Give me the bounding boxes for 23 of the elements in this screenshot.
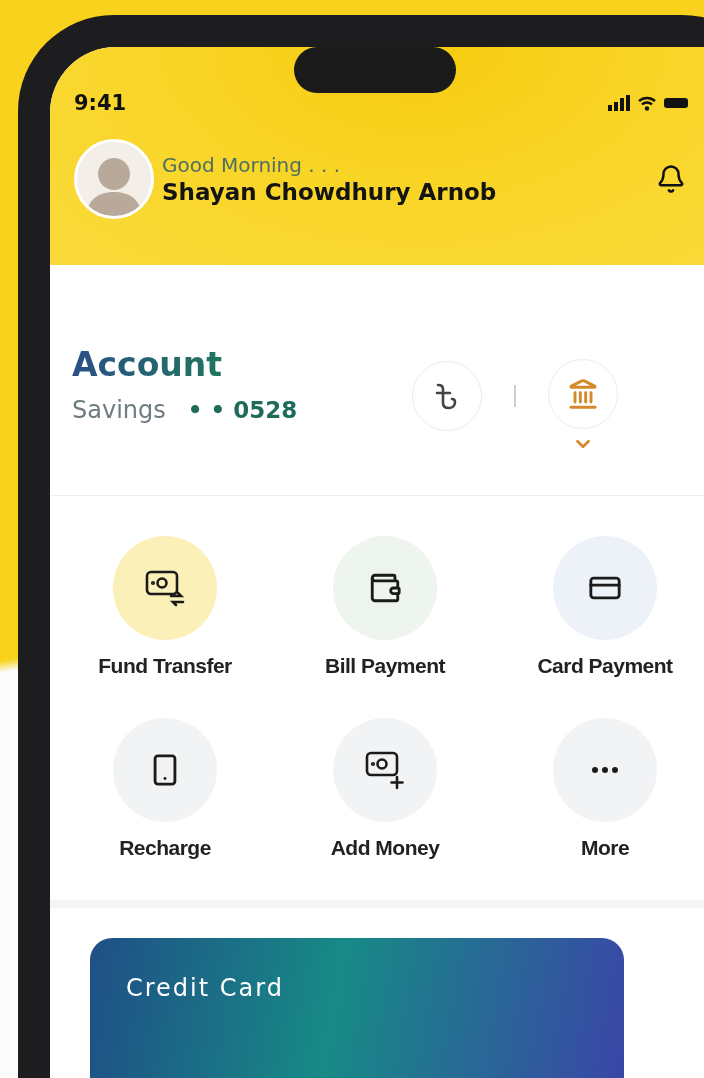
greeting-text: Good Morning . . . <box>162 153 342 177</box>
credit-card[interactable]: Credit Card <box>90 938 624 1078</box>
quick-action[interactable]: More <box>495 718 704 860</box>
user-name: Shayan Chowdhury Arnob <box>162 179 497 205</box>
add-money-icon <box>365 750 405 790</box>
quick-action[interactable]: Fund Transfer <box>55 536 275 678</box>
status-time: 9:41 <box>74 91 128 115</box>
wifi-icon <box>638 95 656 111</box>
money-transfer-icon <box>145 569 185 607</box>
signal-icon <box>608 95 630 111</box>
wallet-icon <box>368 571 402 605</box>
notification-bell-icon[interactable] <box>656 164 686 194</box>
card-title: Credit Card <box>126 974 284 1002</box>
more-icon <box>592 767 618 773</box>
bank-icon <box>567 378 599 410</box>
battery-icon <box>664 98 688 108</box>
quick-action[interactable]: Card Payment <box>495 536 704 678</box>
quick-action[interactable]: Bill Payment <box>275 536 495 678</box>
quick-action[interactable]: Add Money <box>275 718 495 860</box>
account-type: Savings <box>72 396 166 424</box>
taka-icon <box>435 381 459 411</box>
account-number: • • 0528 <box>187 397 298 423</box>
quick-action[interactable]: Recharge <box>55 718 275 860</box>
